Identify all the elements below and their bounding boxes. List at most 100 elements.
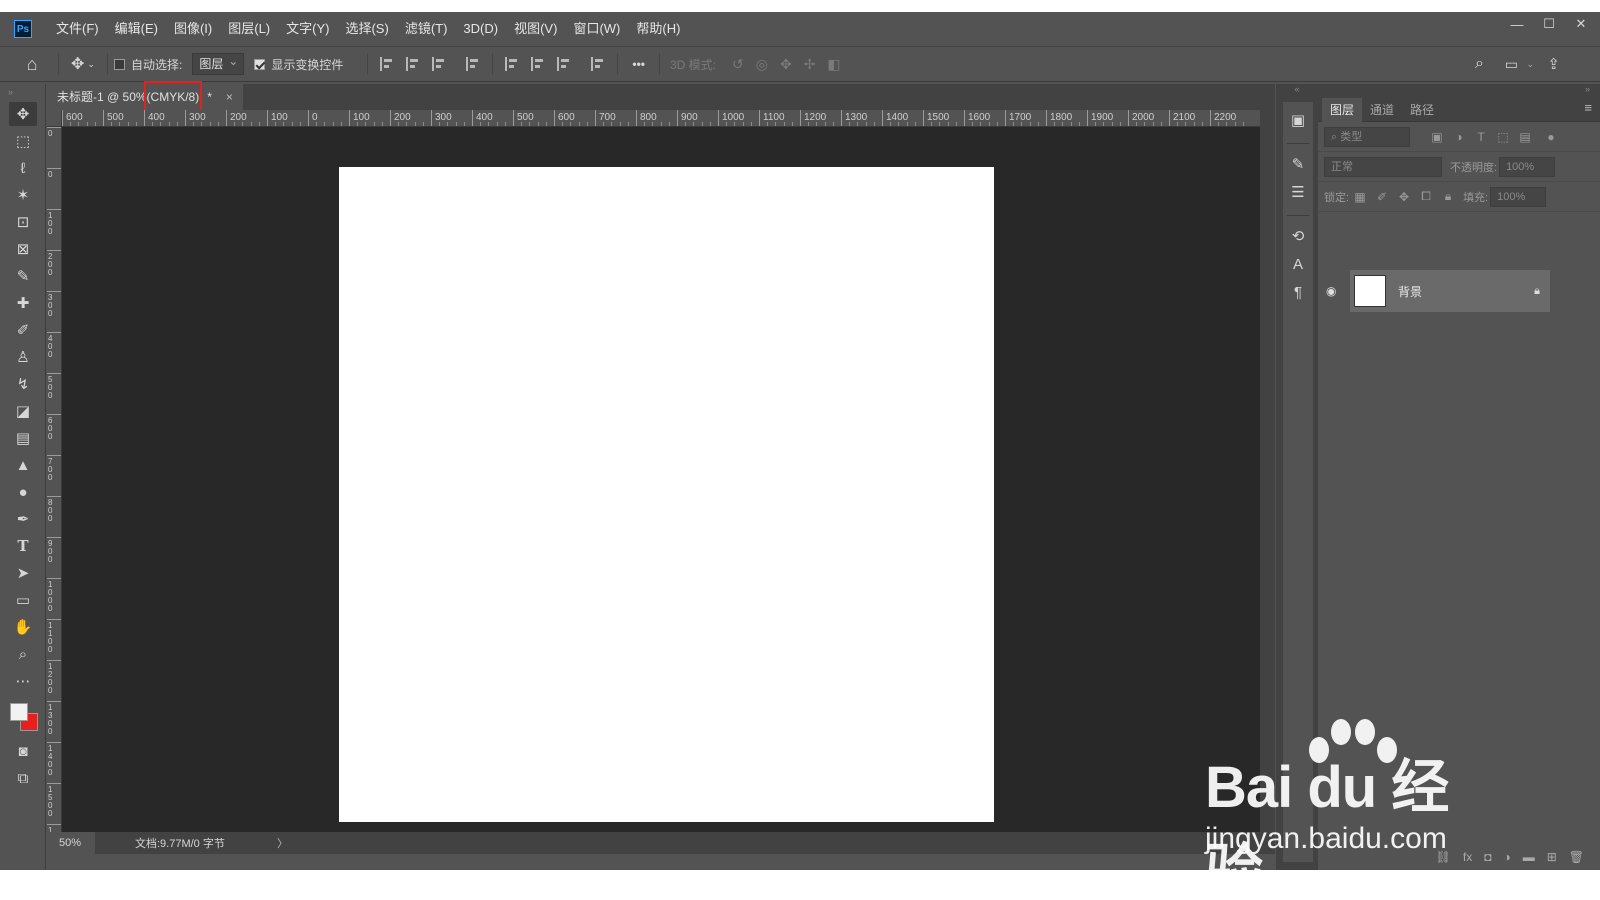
screen-mode-icon[interactable]: ⧉ bbox=[9, 766, 37, 790]
panel-grip-icon[interactable]: » bbox=[1318, 84, 1600, 98]
shape-filter-icon[interactable]: ⬚ bbox=[1492, 130, 1514, 144]
layer-row[interactable]: 背景 🔒︎ bbox=[1350, 270, 1550, 312]
3d-rotate-icon[interactable]: ↺ bbox=[732, 56, 744, 73]
fill-field[interactable]: 100% bbox=[1490, 186, 1547, 207]
show-transform-checkbox[interactable] bbox=[254, 58, 266, 70]
align-bottom-icon[interactable] bbox=[557, 57, 571, 71]
auto-select-dropdown[interactable]: 图层 bbox=[192, 51, 245, 75]
lock-artboard-icon[interactable]: ⧠ bbox=[1415, 189, 1437, 204]
3d-slide-icon[interactable]: ✢ bbox=[804, 56, 816, 73]
menu-filter[interactable]: 滤镜(T) bbox=[397, 12, 456, 46]
panel-grip-icon[interactable]: « bbox=[1276, 84, 1318, 98]
lock-all-icon[interactable]: 🔒︎ bbox=[1437, 189, 1459, 204]
canvas-workspace[interactable] bbox=[62, 127, 1260, 832]
new-adjustment-icon[interactable]: ◑ bbox=[1503, 850, 1510, 864]
smart-object-filter-icon[interactable]: ▤ bbox=[1514, 130, 1536, 144]
add-mask-icon[interactable]: ◘ bbox=[1484, 850, 1491, 864]
delete-layer-icon[interactable]: 🗑︎ bbox=[1569, 850, 1584, 864]
maximize-button[interactable]: ☐ bbox=[1542, 16, 1556, 32]
status-menu-icon[interactable]: 〉 bbox=[277, 835, 288, 851]
brush-tool-icon[interactable]: ✐ bbox=[9, 318, 37, 342]
lock-transparent-icon[interactable]: ▦ bbox=[1349, 190, 1371, 204]
zoom-tool-icon[interactable]: ⌕ bbox=[9, 642, 37, 666]
paragraph-icon[interactable]: ¶ bbox=[1283, 278, 1313, 306]
tab-paths[interactable]: 路径 bbox=[1402, 98, 1442, 122]
panel-grip-icon[interactable]: » bbox=[0, 84, 45, 100]
document-tab[interactable]: 未标题-1 @ 50% (CMYK/8) * × bbox=[47, 81, 243, 113]
layer-filter-dropdown[interactable]: ⌕ 类型 bbox=[1324, 126, 1410, 147]
close-tab-icon[interactable]: × bbox=[226, 84, 233, 110]
distribute-vertical-icon[interactable] bbox=[591, 57, 605, 71]
align-vertical-center-icon[interactable] bbox=[531, 57, 545, 71]
chevron-down-icon[interactable]: ⌄ bbox=[1526, 59, 1534, 70]
rectangle-tool-icon[interactable]: ▭ bbox=[9, 588, 37, 612]
path-selection-tool-icon[interactable]: ➤ bbox=[9, 561, 37, 585]
marquee-tool-icon[interactable]: ⬚ bbox=[9, 129, 37, 153]
zoom-level[interactable]: 50% bbox=[47, 832, 95, 854]
search-icon[interactable]: ⌕ bbox=[1475, 55, 1484, 73]
pixel-filter-icon[interactable]: ▣ bbox=[1426, 130, 1448, 144]
lock-image-icon[interactable]: ✐ bbox=[1371, 190, 1393, 204]
menu-3d[interactable]: 3D(D) bbox=[455, 12, 506, 46]
new-layer-icon[interactable]: ⊞ bbox=[1547, 850, 1557, 864]
lock-position-icon[interactable]: ✥ bbox=[1393, 190, 1415, 204]
brushes-icon[interactable]: ✎ bbox=[1283, 150, 1313, 178]
hand-tool-icon[interactable]: ✋ bbox=[9, 615, 37, 639]
new-group-icon[interactable]: ▬ bbox=[1523, 850, 1535, 864]
menu-file[interactable]: 文件(F) bbox=[48, 12, 107, 46]
align-horizontal-center-icon[interactable] bbox=[406, 57, 420, 71]
layer-lock-icon[interactable]: 🔒︎ bbox=[1534, 285, 1540, 298]
eyedropper-tool-icon[interactable]: ✎ bbox=[9, 264, 37, 288]
clone-stamp-tool-icon[interactable]: ♙ bbox=[9, 345, 37, 369]
vertical-scrollbar[interactable] bbox=[1260, 110, 1275, 832]
healing-brush-tool-icon[interactable]: ✚ bbox=[9, 291, 37, 315]
pen-tool-icon[interactable]: ✒ bbox=[9, 507, 37, 531]
align-right-icon[interactable] bbox=[432, 57, 446, 71]
align-top-icon[interactable] bbox=[505, 57, 519, 71]
magic-wand-tool-icon[interactable]: ✶ bbox=[9, 183, 37, 207]
align-left-icon[interactable] bbox=[380, 57, 394, 71]
visibility-eye-icon[interactable]: ◉ bbox=[1326, 284, 1336, 298]
layer-style-icon[interactable]: fx bbox=[1463, 850, 1472, 864]
distribute-horizontal-icon[interactable] bbox=[466, 57, 480, 71]
gradient-tool-icon[interactable]: ▤ bbox=[9, 426, 37, 450]
minimize-button[interactable]: — bbox=[1510, 17, 1524, 32]
blend-mode-dropdown[interactable]: 正常 bbox=[1324, 156, 1442, 177]
character-icon[interactable]: A bbox=[1283, 250, 1313, 278]
opacity-field[interactable]: 100% bbox=[1499, 156, 1556, 177]
tab-layers[interactable]: 图层 bbox=[1322, 97, 1363, 122]
move-tool-icon[interactable]: ✥ bbox=[9, 102, 37, 126]
menu-type[interactable]: 文字(Y) bbox=[278, 12, 337, 46]
menu-layer[interactable]: 图层(L) bbox=[220, 12, 278, 46]
menu-edit[interactable]: 编辑(E) bbox=[107, 12, 166, 46]
crop-tool-icon[interactable]: ⊡ bbox=[9, 210, 37, 234]
auto-select-checkbox[interactable] bbox=[114, 58, 125, 70]
menu-help[interactable]: 帮助(H) bbox=[628, 12, 688, 46]
eraser-tool-icon[interactable]: ◪ bbox=[9, 399, 37, 423]
dodge-tool-icon[interactable]: ● bbox=[9, 480, 37, 504]
more-options-button[interactable]: ••• bbox=[632, 57, 645, 71]
lasso-tool-icon[interactable]: ℓ bbox=[9, 156, 37, 180]
link-layers-icon[interactable]: ⛓ bbox=[1436, 850, 1451, 864]
3d-pan-icon[interactable]: ✥ bbox=[780, 56, 792, 73]
menu-select[interactable]: 选择(S) bbox=[337, 12, 396, 46]
adjustment-filter-icon[interactable]: ◑ bbox=[1448, 130, 1470, 144]
history-brush-tool-icon[interactable]: ↯ bbox=[9, 372, 37, 396]
adjustments-icon[interactable]: ☰ bbox=[1283, 178, 1313, 206]
frame-tool-icon[interactable]: ⊠ bbox=[9, 237, 37, 261]
menu-image[interactable]: 图像(I) bbox=[166, 12, 220, 46]
history-icon[interactable]: ⟲ bbox=[1283, 222, 1313, 250]
learn-icon[interactable]: ▣ bbox=[1283, 106, 1313, 134]
close-button[interactable]: ✕ bbox=[1574, 16, 1588, 32]
menu-window[interactable]: 窗口(W) bbox=[565, 12, 628, 46]
type-tool-icon[interactable]: T bbox=[9, 534, 37, 558]
panel-menu-icon[interactable]: ≡ bbox=[1584, 100, 1592, 115]
document-canvas[interactable] bbox=[339, 167, 994, 822]
move-tool-preset-icon[interactable]: ✥ ⌄ bbox=[65, 51, 101, 77]
3d-roll-icon[interactable]: ◎ bbox=[756, 56, 768, 73]
edit-toolbar-icon[interactable]: ⋯ bbox=[9, 669, 37, 693]
home-icon[interactable]: ⌂ bbox=[12, 51, 52, 77]
quick-mask-icon[interactable]: ◙ bbox=[9, 739, 37, 763]
share-icon[interactable]: ⇪ bbox=[1547, 55, 1560, 73]
tab-channels[interactable]: 通道 bbox=[1362, 98, 1402, 122]
